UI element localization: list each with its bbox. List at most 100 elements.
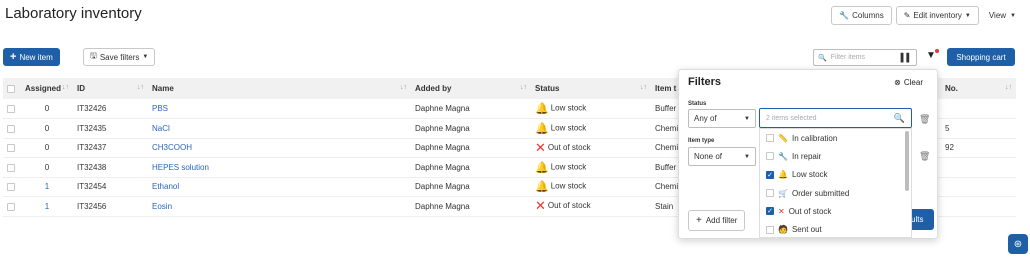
item-type-operator-select[interactable]: None of ▼ (688, 147, 756, 166)
status-values-input[interactable]: 2 items selected 🔍 (759, 108, 912, 128)
sort-icon[interactable]: ↓↑ (1005, 84, 1012, 91)
chevron-down-icon: ▼ (964, 12, 971, 19)
name-link[interactable]: Eosin (148, 196, 411, 217)
status-cell: 🔔 Low stock (531, 99, 651, 119)
status-option[interactable]: 🧑 Sent out (760, 220, 911, 237)
added-by-cell: Daphne Magna (411, 196, 531, 217)
status-operator-select[interactable]: Any of ▼ (688, 109, 756, 128)
status-cell: ✕ Out of stock (531, 138, 651, 158)
option-label: Out of stock (788, 206, 832, 216)
help-button[interactable]: ⊛ (1008, 234, 1028, 254)
row-checkbox[interactable] (7, 202, 15, 211)
delete-status-filter-icon[interactable]: 🗑 (919, 114, 930, 125)
name-link[interactable]: CH3COOH (148, 138, 411, 158)
option-checkbox[interactable] (766, 189, 774, 198)
option-label: Order submitted (791, 188, 850, 198)
no-cell (941, 177, 1016, 197)
name-link[interactable]: PBS (148, 99, 411, 119)
added-by-cell: Daphne Magna (411, 157, 531, 178)
wrench-icon: 🔧 (778, 151, 788, 161)
assigned-cell: 0 (21, 138, 73, 158)
name-link[interactable]: NaCl (148, 118, 411, 139)
status-option[interactable]: 🛒 Order submitted (760, 184, 911, 202)
option-checkbox[interactable] (766, 134, 774, 143)
status-option[interactable]: 🔧 In repair (760, 147, 911, 165)
row-checkbox[interactable] (7, 163, 15, 172)
chevron-down-icon: ▼ (1010, 12, 1016, 19)
name-link[interactable]: HEPES solution (148, 157, 411, 178)
column-added-by[interactable]: Added by ↓↑ (411, 78, 531, 99)
row-checkbox[interactable] (7, 124, 15, 133)
row-select-cell (3, 196, 21, 217)
column-assigned[interactable]: Assigned ↓↑ (21, 78, 73, 99)
save-filters-button[interactable]: 🖫 Save filters ▼ (83, 48, 156, 66)
clear-filters-button[interactable]: ⊗ Clear (894, 78, 923, 87)
bell-icon: 🔔 (535, 122, 549, 135)
new-item-label: New item (19, 52, 53, 62)
barcode-icon[interactable]: ▌▌ (901, 53, 912, 62)
no-cell: 92 (941, 138, 1016, 158)
bell-icon: 🔔 (535, 181, 549, 194)
close-circle-icon: ⊗ (894, 78, 901, 87)
view-label: View (988, 11, 1007, 20)
id-cell: IT32456 (73, 196, 148, 217)
filters-title: Filters (688, 76, 722, 88)
assigned-cell: 0 (21, 99, 73, 119)
row-select-cell (3, 138, 21, 158)
column-status[interactable]: Status ↓↑ (531, 78, 651, 99)
id-cell: IT32426 (73, 99, 148, 119)
option-label: In calibration (791, 133, 838, 143)
new-item-button[interactable]: + New item (3, 48, 60, 66)
status-cell: 🔔 Low stock (531, 157, 651, 178)
option-checkbox[interactable]: ✓ (766, 170, 774, 179)
view-button[interactable]: View ▼ (982, 6, 1022, 25)
pencil-icon: ✎ (903, 11, 911, 20)
added-by-cell: Daphne Magna (411, 118, 531, 139)
status-options-dropdown: 📏 In calibration 🔧 In repair ✓ 🔔 Low stock 🛒 Ord… (759, 128, 912, 238)
status-filter-label: Status (688, 101, 707, 107)
option-checkbox[interactable]: ✓ (766, 207, 774, 216)
option-checkbox[interactable] (766, 225, 774, 234)
status-values-text: 2 items selected (766, 114, 817, 122)
sort-icon[interactable]: ↓↑ (400, 84, 407, 91)
column-id[interactable]: ID ↓↑ (73, 78, 148, 99)
row-checkbox[interactable] (7, 104, 15, 113)
edit-inventory-button[interactable]: ✎ Edit inventory ▼ (895, 6, 979, 25)
save-icon: 🖫 (90, 51, 97, 60)
added-by-cell: Daphne Magna (411, 177, 531, 197)
status-option[interactable]: ✓ ✕ Out of stock (760, 202, 911, 220)
assigned-cell[interactable]: 1 (21, 196, 73, 217)
option-label: Low stock (791, 170, 828, 180)
status-option[interactable]: 📏 In calibration (760, 129, 911, 147)
sort-icon[interactable]: ↓↑ (520, 84, 527, 91)
id-cell: IT32438 (73, 157, 148, 178)
name-link[interactable]: Ethanol (148, 177, 411, 197)
added-by-cell: Daphne Magna (411, 99, 531, 119)
assigned-cell[interactable]: 1 (21, 177, 73, 197)
status-option[interactable]: ✓ 🔔 Low stock (760, 166, 911, 184)
sort-icon[interactable]: ↓↑ (640, 84, 647, 91)
column-name[interactable]: Name ↓↑ (148, 78, 411, 99)
search-icon: 🔍 (893, 112, 905, 123)
delete-item-type-filter-icon[interactable]: 🗑 (919, 151, 930, 162)
assigned-cell: 0 (21, 157, 73, 178)
status-text: Out of stock (547, 142, 591, 152)
add-filter-button[interactable]: + Add filter (688, 210, 746, 231)
column-no[interactable]: No. ↓↑ (941, 78, 1016, 99)
search-input[interactable]: 🔍 Filter items ▌▌ (813, 49, 917, 66)
sort-icon[interactable]: ↓↑ (62, 84, 69, 91)
columns-label: Columns (852, 11, 884, 20)
sort-icon[interactable]: ↓↑ (137, 84, 144, 91)
bell-icon: 🔔 (535, 161, 549, 174)
status-text: Low stock (550, 162, 587, 172)
option-checkbox[interactable] (766, 152, 774, 161)
bell-icon: 🔔 (535, 103, 549, 115)
search-icon: 🔍 (818, 54, 827, 62)
shopping-cart-button[interactable]: Shopping cart (947, 48, 1015, 66)
columns-button[interactable]: 🔧 Columns (831, 6, 892, 25)
row-checkbox[interactable] (7, 144, 15, 153)
dropdown-scrollbar[interactable] (905, 131, 909, 191)
row-checkbox[interactable] (7, 183, 15, 192)
no-cell (941, 157, 1016, 178)
select-all-checkbox[interactable] (7, 84, 15, 93)
